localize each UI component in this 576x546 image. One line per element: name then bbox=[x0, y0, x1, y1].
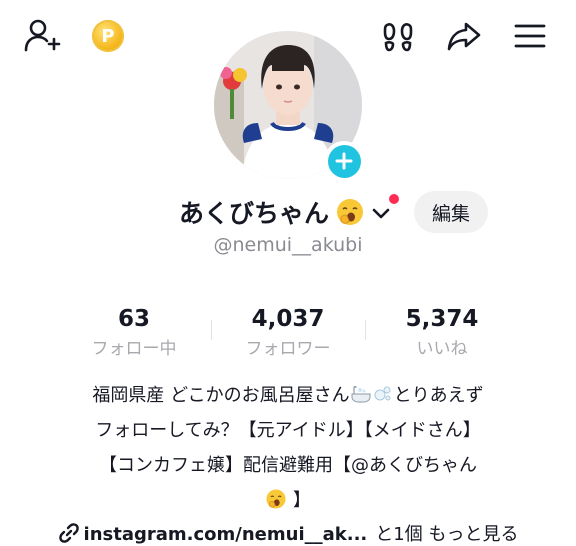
edit-profile-button[interactable]: 編集 bbox=[414, 191, 488, 233]
plus-icon bbox=[335, 152, 353, 170]
stat-followers[interactable]: 4,037 フォロワー bbox=[218, 306, 358, 359]
bio-text-1a: 福岡県産 どこかのお風呂屋さん bbox=[92, 385, 350, 406]
following-label: フォロー中 bbox=[91, 339, 177, 359]
more-links-button[interactable]: と1個 もっと見る bbox=[375, 524, 518, 545]
username: @nemui__akubi bbox=[213, 234, 363, 256]
bio-text-1b: とりあえず bbox=[393, 385, 484, 406]
bio-text-4: 】 bbox=[292, 490, 311, 511]
name-row: あくびちゃん 編集 bbox=[0, 188, 576, 236]
avatar-container bbox=[214, 31, 364, 181]
instagram-link[interactable]: instagram.com/nemui__ak... bbox=[84, 524, 368, 545]
followers-label: フォロワー bbox=[245, 339, 331, 359]
stats-bar: 63 フォロー中 4,037 フォロワー 5,374 いいね bbox=[60, 306, 516, 362]
likes-label: いいね bbox=[416, 339, 468, 359]
footprints-icon bbox=[383, 23, 413, 52]
follow-add-button[interactable] bbox=[324, 141, 364, 181]
display-name: あくびちゃん bbox=[179, 199, 330, 228]
menu-icon bbox=[514, 24, 546, 48]
stat-likes[interactable]: 5,374 いいね bbox=[372, 306, 512, 359]
add-friend-button[interactable] bbox=[22, 16, 62, 56]
topbar-left: P bbox=[22, 16, 128, 56]
bio: 福岡県産 どこかのお風呂屋さん とりあえず フォローしてみ？【元アイドル】【メイ… bbox=[0, 378, 576, 518]
bio-line-2: フォローしてみ？【元アイドル】【メイドさん】 bbox=[95, 420, 481, 441]
yawning-face-icon bbox=[337, 199, 363, 225]
topbar-right bbox=[378, 16, 550, 56]
coin-button[interactable]: P bbox=[88, 16, 128, 56]
following-count: 63 bbox=[117, 306, 150, 332]
stats-divider bbox=[211, 320, 212, 340]
link-row: instagram.com/nemui__ak... と1個 もっと見る bbox=[0, 520, 576, 546]
stats-divider bbox=[365, 320, 366, 340]
followers-count: 4,037 bbox=[251, 306, 325, 332]
menu-button[interactable] bbox=[510, 16, 550, 56]
chevron-down-icon[interactable] bbox=[370, 202, 392, 224]
plus-circle bbox=[327, 144, 361, 178]
notification-dot bbox=[389, 194, 399, 204]
stat-following[interactable]: 63 フォロー中 bbox=[64, 306, 204, 359]
share-icon bbox=[447, 22, 481, 51]
add-user-icon bbox=[24, 19, 61, 52]
profile-views-button[interactable] bbox=[378, 16, 418, 56]
likes-count: 5,374 bbox=[405, 306, 479, 332]
link-icon bbox=[58, 523, 79, 543]
share-button[interactable] bbox=[444, 16, 484, 56]
bio-line-4: 】 bbox=[0, 483, 576, 518]
coin-symbol: P bbox=[101, 25, 115, 47]
bathtub-icon bbox=[351, 385, 371, 403]
bubbles-icon bbox=[374, 386, 391, 401]
bio-line-1: 福岡県産 どこかのお風呂屋さん とりあえず bbox=[0, 378, 576, 413]
bio-line-3: 【コンカフェ嬢】配信避難用【@あくびちゃん bbox=[99, 455, 477, 476]
yawning-face-icon bbox=[266, 489, 286, 509]
coin-icon: P bbox=[92, 20, 124, 52]
